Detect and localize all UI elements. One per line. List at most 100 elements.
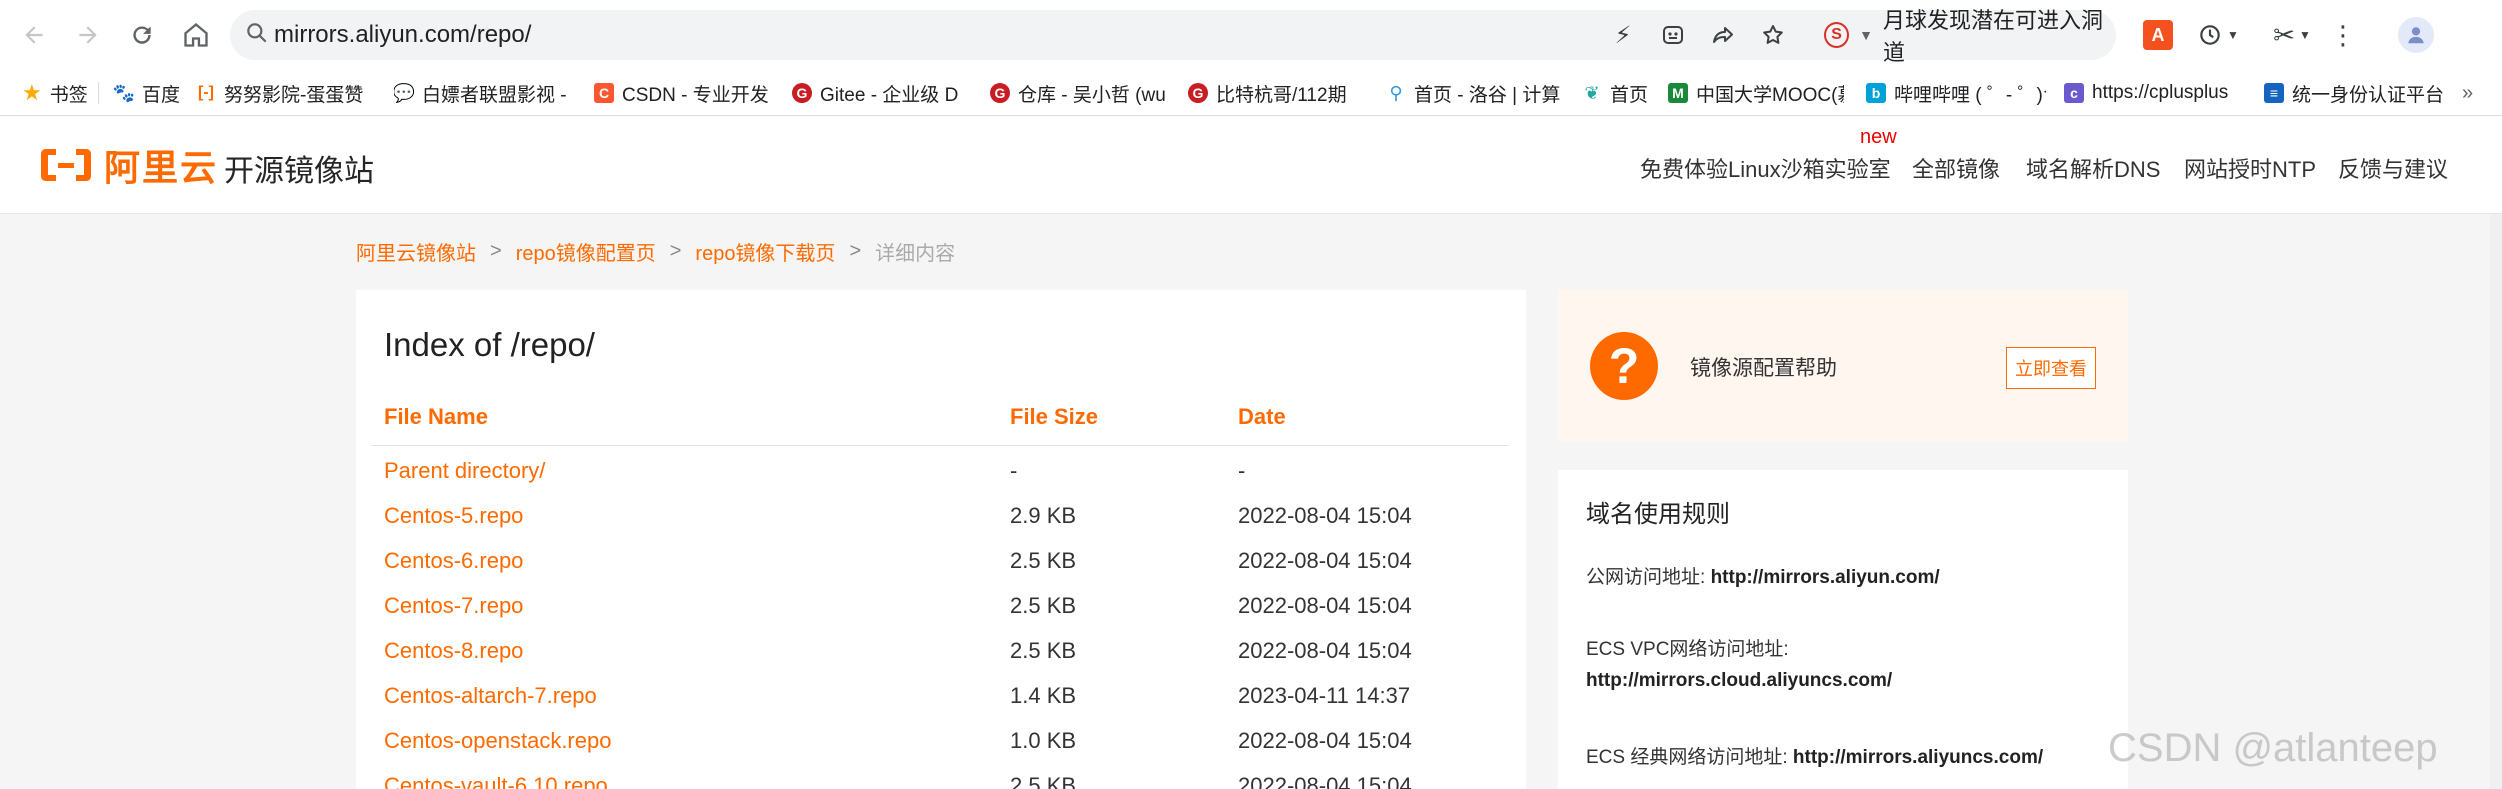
baidu-icon: 🐾 [114, 82, 136, 103]
file-date: 2022-08-04 15:04 [1238, 773, 1412, 789]
public-access-label: 公网访问地址: [1586, 567, 1711, 588]
scissors-icon[interactable]: ✂ ▼ [2262, 15, 2322, 55]
bookmark-item[interactable]: C CSDN - 专业开发 [594, 70, 774, 116]
site-title: 开源镜像站 [224, 155, 374, 188]
rules-title: 域名使用规则 [1586, 501, 1730, 528]
bilibili-icon: b [1866, 83, 1886, 103]
help-text: 镜像源配置帮助 [1690, 357, 1837, 380]
bookmark-item[interactable]: ❦ 首页 [1582, 70, 1662, 116]
public-access-url[interactable]: http://mirrors.aliyun.com/ [1711, 567, 1940, 588]
news-ticker[interactable]: S ▼ 月球发现潜在可进入洞道 [1824, 8, 2116, 65]
news-source-icon: S [1824, 22, 1850, 48]
file-link[interactable]: Centos-6.repo [384, 548, 523, 574]
bookmark-item[interactable]: b 哔哩哔哩 ( ゜- ゜)つ [1866, 70, 2046, 116]
file-size: 1.4 KB [1010, 683, 1077, 708]
breadcrumb-repo-download[interactable]: repo镜像下载页 [695, 237, 835, 266]
table-row: Parent directory/ - - [356, 450, 1526, 495]
table-row: Centos-8.repo 2.5 KB 2022-08-04 15:04 [356, 630, 1526, 675]
luogu-icon: ⚲ [1389, 82, 1403, 103]
breadcrumb-separator: > [490, 239, 502, 262]
file-link[interactable]: Centos-openstack.repo [384, 728, 611, 754]
file-link[interactable]: Centos-7.repo [384, 593, 523, 619]
bookmark-star-icon[interactable] [1758, 20, 1788, 50]
breadcrumb-separator: > [849, 239, 862, 262]
home-icon[interactable] [176, 15, 216, 55]
address-bar[interactable]: mirrors.aliyun.com/repo/ ⚡ S ▼ 月球发现潜在可进入… [230, 8, 2116, 65]
file-size: 1.0 KB [1010, 728, 1077, 753]
file-table-body: Parent directory/ - - Centos-5.repo 2.9 … [356, 450, 1526, 789]
header-date[interactable]: Date [1238, 404, 1286, 430]
share-icon[interactable] [1708, 20, 1738, 50]
bot-icon[interactable] [1658, 20, 1688, 50]
cplusplus-icon: c [2064, 83, 2084, 103]
news-headline[interactable]: 月球发现潜在可进入洞道 [1883, 3, 2116, 67]
bookmark-item[interactable]: G 仓库 - 吴小哲 (wu [990, 70, 1168, 116]
history-icon[interactable]: ▼ [2188, 15, 2248, 55]
header-file-size[interactable]: File Size [1010, 404, 1098, 430]
bookmark-item[interactable]: M 中国大学MOOC(慕 [1668, 70, 1844, 116]
bookmark-item[interactable]: ⚲ 首页 - 洛谷 | 计算 [1386, 70, 1566, 116]
help-card: ? 镜像源配置帮助 立即查看 [1558, 290, 2128, 442]
table-row: Centos-vault-6.10.repo 2.5 KB 2022-08-04… [356, 765, 1526, 789]
file-date: 2022-08-04 15:04 [1238, 548, 1412, 573]
bookmark-item[interactable]: 💬 白嫖者联盟影视 - [394, 70, 570, 116]
nav-all-mirrors[interactable]: 全部镜像 [1912, 152, 2000, 184]
page-title: Index of /repo/ [384, 326, 595, 363]
vpc-access-url[interactable]: http://mirrors.cloud.aliyuncs.com/ [1586, 670, 1892, 691]
view-now-button[interactable]: 立即查看 [2006, 347, 2096, 389]
breadcrumb-repo-config[interactable]: repo镜像配置页 [516, 237, 656, 266]
nav-ntp[interactable]: 网站授时NTP [2184, 152, 2316, 184]
table-row: Centos-openstack.repo 1.0 KB 2022-08-04 … [356, 720, 1526, 765]
bookmark-item[interactable]: G Gitee - 企业级 D [792, 70, 970, 116]
file-date: 2022-08-04 15:04 [1238, 638, 1412, 663]
new-badge: new [1860, 126, 1897, 148]
file-size: - [1010, 458, 1018, 483]
forward-arrow-icon[interactable] [68, 15, 108, 55]
file-link[interactable]: Centos-altarch-7.repo [384, 683, 597, 709]
nav-linux-sandbox[interactable]: 免费体验Linux沙箱实验室 [1640, 152, 1891, 184]
bookmarks-overflow-icon[interactable]: » [2462, 70, 2488, 116]
file-link[interactable]: Centos-8.repo [384, 638, 523, 664]
file-link[interactable]: Centos-5.repo [384, 503, 523, 529]
classic-access-url[interactable]: http://mirrors.aliyuncs.com/ [1793, 747, 2043, 768]
back-arrow-icon[interactable] [14, 15, 54, 55]
pdf-icon[interactable]: A [2138, 15, 2178, 55]
header-file-name[interactable]: File Name [384, 404, 488, 430]
bookmark-item[interactable]: ≡ 统一身份认证平台 [2264, 70, 2450, 116]
file-date: 2022-08-04 15:04 [1238, 728, 1412, 753]
bookmark-item-bookmarks[interactable]: ★ 书签 [22, 70, 92, 116]
bookmark-item[interactable]: G 比特杭哥/112期 [1188, 70, 1366, 116]
csdn-icon: C [594, 83, 614, 103]
lightning-icon[interactable]: ⚡ [1608, 20, 1638, 50]
domain-rules-card: 域名使用规则 公网访问地址: http://mirrors.aliyun.com… [1558, 470, 2128, 789]
file-link[interactable]: Centos-vault-6.10.repo [384, 773, 608, 789]
menu-dots-icon[interactable]: ⋮ [2328, 15, 2358, 55]
browser-toolbar: mirrors.aliyun.com/repo/ ⚡ S ▼ 月球发现潜在可进入… [0, 0, 2502, 70]
profile-avatar-icon[interactable] [2398, 17, 2434, 53]
aliyun-logo-icon [41, 149, 91, 181]
breadcrumb-home[interactable]: 阿里云镜像站 [356, 237, 476, 266]
table-row: Centos-7.repo 2.5 KB 2022-08-04 15:04 [356, 585, 1526, 630]
bookmark-item[interactable]: 🐾 百度 [114, 70, 190, 116]
vpc-access-label: ECS VPC网络访问地址: [1586, 639, 1789, 660]
file-date: 2022-08-04 15:04 [1238, 503, 1412, 528]
site-header: 阿里云 开源镜像站 new 免费体验Linux沙箱实验室 全部镜像 域名解析DN… [0, 116, 2502, 214]
url-text[interactable]: mirrors.aliyun.com/repo/ [274, 10, 531, 60]
aliyun-logo[interactable]: 阿里云 [38, 142, 218, 188]
mooc-icon: M [1668, 83, 1688, 103]
page-scrollbar[interactable] [2490, 214, 2502, 789]
file-link[interactable]: Parent directory/ [384, 458, 545, 484]
header-divider [372, 445, 1508, 446]
file-listing-card: Index of /repo/ File Name File Size Date… [356, 290, 1526, 789]
reload-icon[interactable] [122, 15, 162, 55]
question-mark-icon: ? [1590, 332, 1658, 400]
file-size: 2.9 KB [1010, 503, 1077, 528]
bookmark-item[interactable]: c https://cplusplus [2064, 70, 2244, 116]
gitee-icon: G [1188, 83, 1208, 103]
bookmark-item[interactable]: [-] 努努影院-蛋蛋赞 [196, 70, 380, 116]
watermark: CSDN @atlanteep [2108, 726, 2438, 770]
nav-dns[interactable]: 域名解析DNS [2026, 152, 2160, 184]
file-size: 2.5 KB [1010, 638, 1077, 663]
gitee-icon: G [990, 83, 1010, 103]
nav-feedback[interactable]: 反馈与建议 [2338, 152, 2448, 184]
